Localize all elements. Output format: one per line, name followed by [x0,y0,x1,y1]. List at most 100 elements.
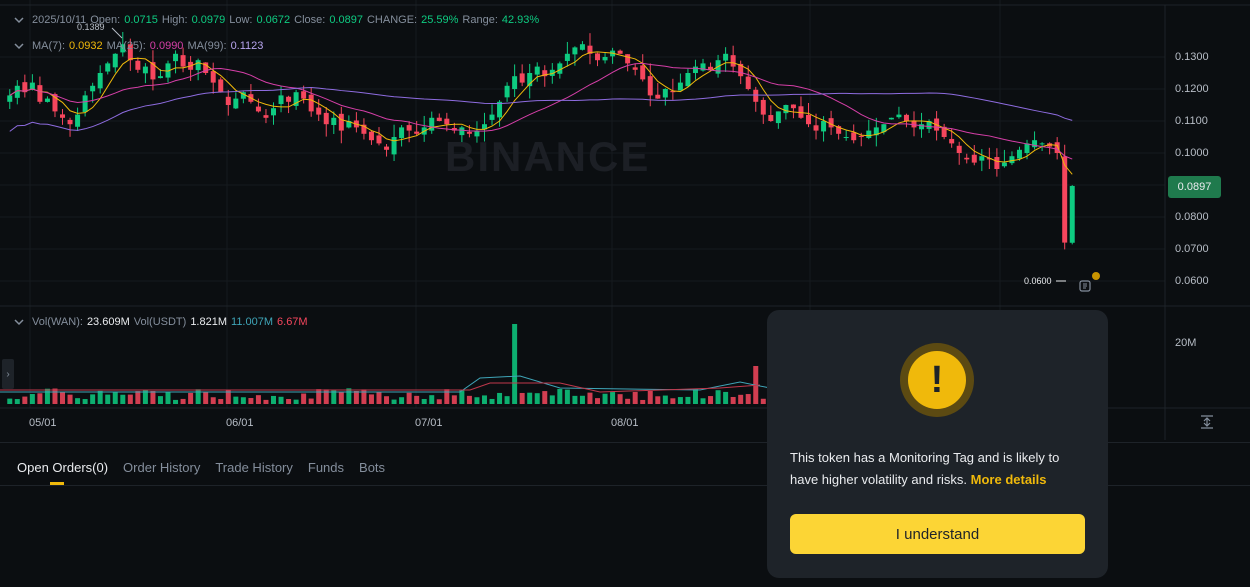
candle-body [316,107,322,115]
volume-bar [692,388,698,404]
low-value: 0.0672 [256,14,291,26]
i-understand-button[interactable]: I understand [790,514,1085,554]
volume-bar [610,392,616,404]
volume-bar [662,395,668,404]
volume-bar [421,398,427,404]
candle-body [602,57,608,61]
volume-bar [37,393,43,404]
volume-bar [127,394,133,404]
volume-bar [655,396,661,404]
candle-body [677,82,683,91]
volume-bar [534,393,540,404]
open-value: 0.0715 [124,14,158,26]
tab-bots[interactable]: Bots [359,460,385,475]
current-price-tag: 0.0897 [1168,176,1221,198]
candle-body [97,73,103,89]
vol-wan-label: Vol(WAN): [32,316,83,328]
high-marker-line [111,27,123,39]
vol-ma1-value: 11.007M [231,316,274,328]
volume-bar [7,398,13,404]
volume-bar [293,399,299,404]
tab-funds[interactable]: Funds [308,460,344,475]
ma25-value: 0.0990 [149,40,184,52]
candle-body [617,50,623,54]
ma99-label: MA(99): [187,40,227,52]
volume-bar [512,324,518,404]
candle-body [964,157,970,160]
candle-body [301,91,307,99]
volume-bar [44,388,50,404]
candle-body [225,96,231,105]
volume-bar [248,398,254,404]
candle-body [135,60,141,70]
volume-bar [271,395,276,404]
high-value: 0.0979 [191,14,226,26]
volume-row: Vol(WAN): 23.609M Vol(USDT) 1.821M 11.00… [14,316,308,328]
chevron-right-icon[interactable]: › [2,359,14,389]
chevron-down-icon[interactable] [14,317,24,327]
candle-body [919,124,925,130]
candle-body [1016,149,1022,159]
volume-bar [602,393,608,404]
candle-body [271,108,276,116]
candle-body [233,98,239,109]
vol-ma2-value: 6.67M [277,316,308,328]
volume-bar [353,390,359,404]
volume-bar [255,395,261,404]
chevron-down-icon[interactable] [14,15,24,25]
tab-trade-history[interactable]: Trade History [215,460,293,475]
candle-body [1009,156,1015,164]
volume-bar [376,391,382,404]
candle-body [195,60,201,71]
candle-body [640,65,646,80]
candle-body [595,53,601,61]
range-label: Range: [462,14,498,26]
candle-body [708,66,714,70]
candle-body [37,85,43,102]
candle-body [44,98,50,102]
vol-usdt-value: 1.821M [190,316,228,328]
candle-body [858,135,864,137]
tab-open-orders[interactable]: Open Orders(0) [17,460,108,485]
candle-body [105,63,111,72]
volume-bar [67,394,73,404]
alert-marker-icon[interactable] [1078,279,1092,293]
volume-bar [745,394,751,404]
volume-bar [180,398,186,404]
volume-bar [625,398,631,404]
volume-bar [700,398,706,404]
volume-bar [414,395,420,404]
more-details-link[interactable]: More details [971,472,1047,487]
volume-bar [399,397,405,404]
price-tick: 0.0600 [1175,275,1209,287]
candle-body [157,76,163,79]
volume-bar [308,398,314,404]
tab-order-history[interactable]: Order History [123,460,200,475]
candle-body [210,71,216,83]
candle-body [497,101,503,118]
candle-body [391,137,397,155]
price-tick: 0.1300 [1175,51,1209,63]
volume-bar [451,395,457,404]
candle-body [67,119,73,125]
fit-scale-icon[interactable] [1199,414,1215,430]
candle-body [949,138,955,144]
volume-bar [738,394,744,404]
volume-bar [579,395,585,404]
candle-body [579,44,585,50]
volume-bar [685,396,691,404]
candle-body [843,137,849,138]
candle-body [745,76,751,89]
volume-bar [22,396,28,404]
volume-bar [135,391,141,404]
volume-bar [75,398,81,404]
volume-bar [519,392,525,404]
chevron-down-icon[interactable] [14,41,24,51]
candle-body [7,95,13,102]
candle-body [1024,143,1030,153]
candle-body [813,125,819,131]
volume-bar [723,391,729,404]
candle-body [994,157,1000,169]
volume-bar [429,395,435,404]
ma99-value: 0.1123 [230,40,264,52]
